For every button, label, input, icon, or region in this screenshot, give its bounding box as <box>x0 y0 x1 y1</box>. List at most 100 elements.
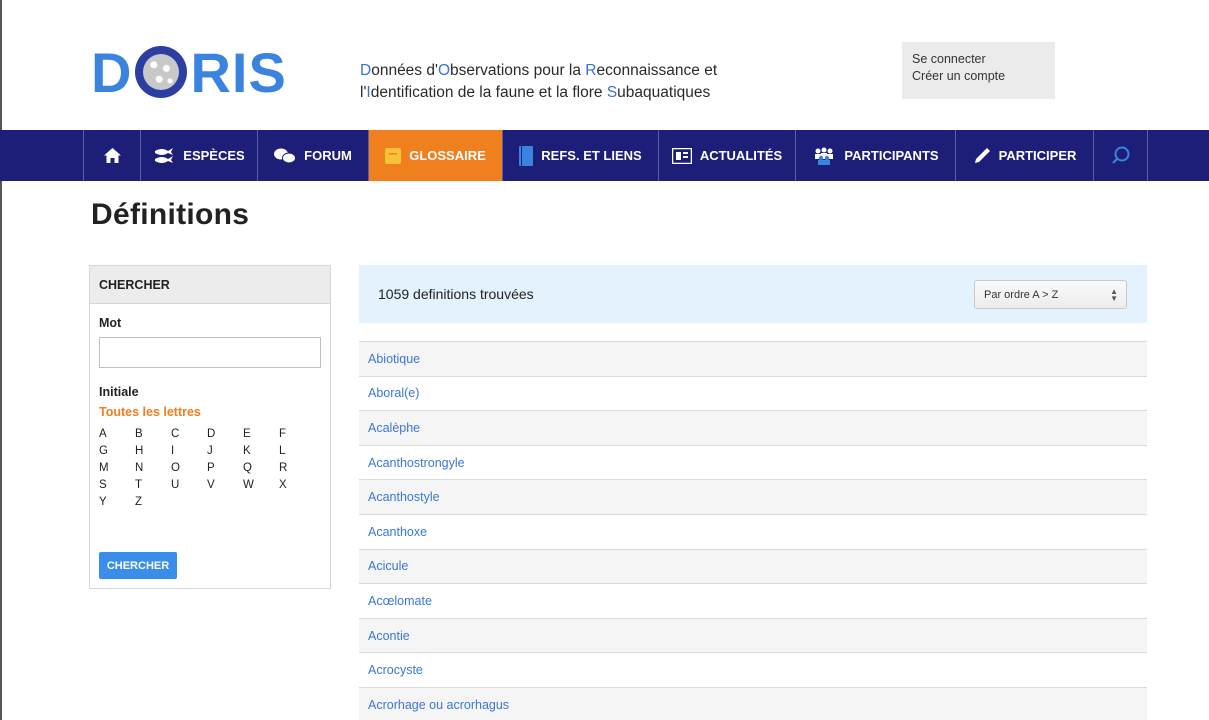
nav-glossaire[interactable]: GLOSSAIRE <box>368 130 502 181</box>
glossary-icon <box>385 147 402 164</box>
letter-link-a[interactable]: A <box>99 426 135 442</box>
main-nav: ESPÈCES FORUM GLOSSAIRE REFS. ET LIENS A… <box>0 130 1209 181</box>
sort-selected-value: Par ordre A > Z <box>984 288 1059 301</box>
sponge-logo-icon <box>135 46 188 98</box>
tagline-segment: R <box>585 62 597 79</box>
home-icon <box>103 148 121 163</box>
nav-label: ACTUALITÉS <box>699 148 783 163</box>
nav-refs-liens[interactable]: REFS. ET LIENS <box>502 130 658 181</box>
page-title: Définitions <box>91 198 250 231</box>
nav-label: ESPÈCES <box>183 148 245 163</box>
tagline-segment: ubaquatiques <box>617 84 711 101</box>
letter-link-t[interactable]: T <box>135 477 171 493</box>
letter-grid: ABCDEF GHIJKL MNOPQR STUVWX YZ <box>99 426 329 510</box>
definition-link[interactable]: Acrocyste <box>359 652 1147 687</box>
letter-link-s[interactable]: S <box>99 477 135 493</box>
tagline-segment: O <box>437 62 451 79</box>
letter-link-i[interactable]: I <box>171 443 207 459</box>
pen-icon <box>973 147 991 165</box>
letter-link-f[interactable]: F <box>279 426 315 442</box>
letter-link-q[interactable]: Q <box>243 460 279 476</box>
letter-link-e[interactable]: E <box>243 426 279 442</box>
tagline-segment: onnées d' <box>371 62 438 79</box>
definition-link[interactable]: Acrorhage ou acrorhagus <box>359 686 1147 720</box>
nav-actualites[interactable]: ACTUALITÉS <box>658 130 795 181</box>
results-count: 1059 definitions trouvées <box>378 286 534 302</box>
nav-participer[interactable]: PARTICIPER <box>955 130 1093 181</box>
letter-link-d[interactable]: D <box>207 426 243 442</box>
search-panel: CHERCHER Mot Initiale Toutes les lettres… <box>89 265 331 589</box>
definition-link[interactable]: Acalèphe <box>359 410 1147 445</box>
definition-link[interactable]: Acanthostyle <box>359 479 1147 514</box>
site-tagline: Données d'Observations pour la Reconnais… <box>360 60 717 104</box>
all-letters-link[interactable]: Toutes les lettres <box>99 405 201 419</box>
nav-label: GLOSSAIRE <box>409 148 486 163</box>
tagline-line-1: Données d'Observations pour la Reconnais… <box>360 60 717 82</box>
tagline-segment: D <box>360 62 372 79</box>
letter-link-u[interactable]: U <box>171 477 207 493</box>
letter-link-m[interactable]: M <box>99 460 135 476</box>
letter-link-o[interactable]: O <box>171 460 207 476</box>
site-header: D R I S Données d'Observations pour la R… <box>0 0 1209 130</box>
word-input[interactable] <box>99 337 321 368</box>
letter-link-h[interactable]: H <box>135 443 171 459</box>
search-panel-heading: CHERCHER <box>90 266 330 304</box>
definition-link[interactable]: Acicule <box>359 548 1147 584</box>
letter-link-r[interactable]: R <box>279 460 315 476</box>
letter-link-n[interactable]: N <box>135 460 171 476</box>
word-label: Mot <box>99 316 122 330</box>
letter-link-x[interactable]: X <box>279 477 315 493</box>
tagline-segment: S <box>606 84 618 101</box>
nav-search[interactable] <box>1093 130 1148 181</box>
definition-link[interactable]: Acœlomate <box>359 583 1147 618</box>
letter-link-c[interactable]: C <box>171 426 207 442</box>
nav-especes[interactable]: ESPÈCES <box>140 130 257 181</box>
create-account-link[interactable]: Créer un compte <box>912 68 1045 85</box>
definition-link[interactable]: Acanthoxe <box>359 513 1147 549</box>
definition-link[interactable]: Abiotique <box>359 341 1147 376</box>
login-link[interactable]: Se connecter <box>912 51 1045 68</box>
search-icon <box>1111 146 1131 166</box>
letter-link-z[interactable]: Z <box>135 494 171 510</box>
letter-link-b[interactable]: B <box>135 426 171 442</box>
tagline-segment: dentification de la faune et la flore <box>370 84 607 101</box>
nav-forum[interactable]: FORUM <box>257 130 368 181</box>
tagline-segment: econnaissance et <box>596 62 718 79</box>
letter-link-g[interactable]: G <box>99 443 135 459</box>
letter-link-k[interactable]: K <box>243 443 279 459</box>
definition-link[interactable]: Acontie <box>359 617 1147 653</box>
definition-link[interactable]: Acanthostrongyle <box>359 444 1147 480</box>
nav-label: PARTICIPANTS <box>844 148 939 163</box>
letter-link-v[interactable]: V <box>207 477 243 493</box>
logo-letter: R <box>190 40 232 104</box>
tagline-segment: bservations pour la <box>450 62 586 79</box>
news-icon <box>671 147 692 164</box>
nav-home[interactable] <box>83 130 140 181</box>
fish-icon <box>153 147 175 164</box>
initial-label: Initiale <box>99 385 139 399</box>
definition-link[interactable]: Aboral(e) <box>359 375 1147 411</box>
sort-select[interactable]: Par ordre A > Z ▲ ▼ <box>974 280 1127 309</box>
letter-link-l[interactable]: L <box>279 443 315 459</box>
letter-link-j[interactable]: J <box>207 443 243 459</box>
letter-link-w[interactable]: W <box>243 477 279 493</box>
logo-letter: I <box>231 40 249 104</box>
nav-label: FORUM <box>304 148 352 163</box>
select-arrows-icon: ▲ ▼ <box>1110 287 1118 303</box>
doris-logo[interactable]: D R I S <box>91 40 287 104</box>
book-icon <box>519 145 534 166</box>
letter-link-p[interactable]: P <box>207 460 243 476</box>
nav-label: REFS. ET LIENS <box>541 148 642 163</box>
people-icon <box>812 147 836 165</box>
letter-link-y[interactable]: Y <box>99 494 135 510</box>
results-header: 1059 definitions trouvées Par ordre A > … <box>359 265 1147 323</box>
logo-letter: S <box>248 40 287 104</box>
chat-icon <box>274 148 297 164</box>
tagline-line-2: l'Identification de la faune et la flore… <box>360 82 717 104</box>
nav-participants[interactable]: PARTICIPANTS <box>795 130 955 181</box>
definition-list: Abiotique Aboral(e) Acalèphe Acanthostrongy… <box>359 341 1147 720</box>
logo-letter: D <box>91 40 133 104</box>
search-button[interactable]: CHERCHER <box>99 552 177 579</box>
account-box: Se connecter Créer un compte <box>902 42 1055 99</box>
nav-label: PARTICIPER <box>998 148 1077 163</box>
